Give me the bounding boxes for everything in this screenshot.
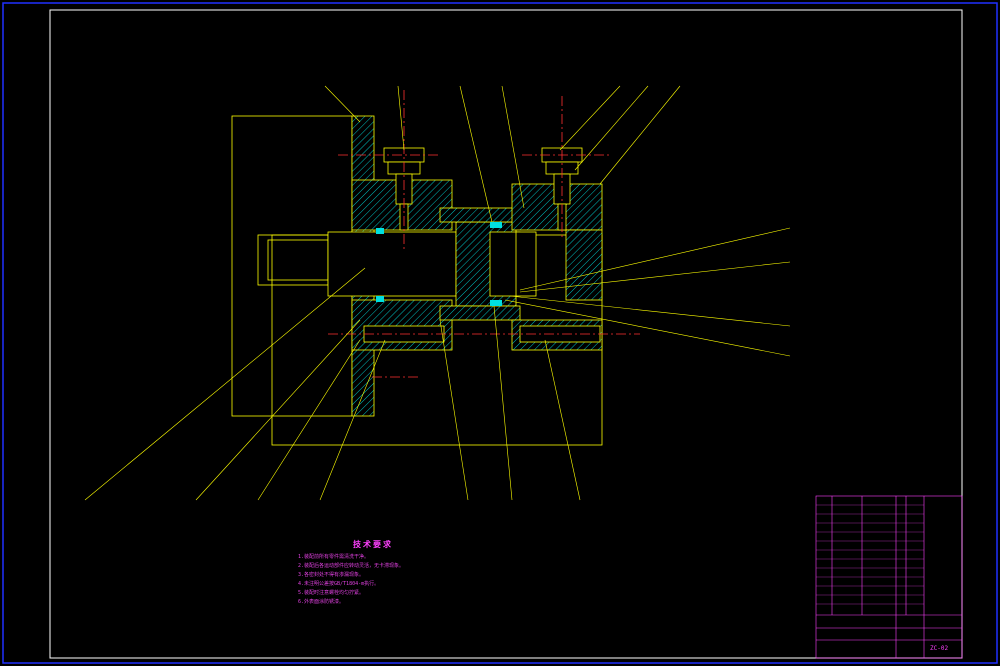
technical-requirements: 技术要求 1.装配前所有零件需清洗干净。 2.装配后各运动部件应转动灵活，无卡滞… [298,540,448,607]
note-line: 1.装配前所有零件需清洗干净。 [298,554,370,560]
note-line: 5.装配时注意螺栓均匀拧紧。 [298,590,365,596]
note-line: 3.各密封处不得有渗漏现象。 [298,572,365,578]
notes-title: 技术要求 [353,540,393,549]
note-line: 6.外表面涂防锈漆。 [298,599,345,605]
note-line: 4.未注明公差按GB/T1804-m执行。 [298,581,380,587]
drawing-number: ZC-02 [930,645,949,652]
note-line: 2.装配后各运动部件应转动灵活，无卡滞现象。 [298,563,405,569]
drawing-sheet [2,2,998,664]
right-housing [511,183,603,351]
outer-border [2,2,998,664]
